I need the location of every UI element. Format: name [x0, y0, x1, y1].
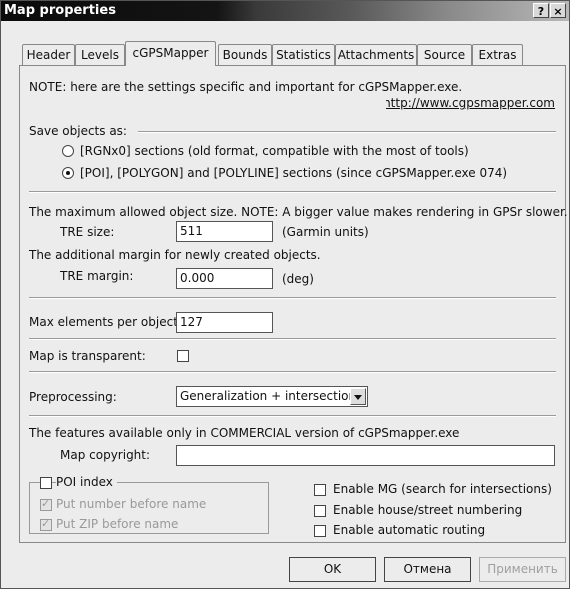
poi-index-checkbox[interactable]	[40, 477, 52, 489]
preprocessing-value: Generalization + intersection	[180, 389, 357, 403]
cgpsmapper-link[interactable]: http://www.cgpsmapper.com	[386, 96, 555, 111]
divider	[29, 191, 556, 193]
preprocessing-select[interactable]: Generalization + intersection	[176, 386, 368, 407]
preprocessing-label: Preprocessing:	[29, 390, 117, 404]
enable-mg-checkbox[interactable]	[314, 484, 326, 496]
tab-bounds[interactable]: Bounds	[218, 44, 272, 65]
tre-margin-input[interactable]: 0.000	[176, 268, 273, 289]
title-bar: Map properties ? ×	[1, 1, 569, 21]
save-objects-label: Save objects as:	[29, 124, 127, 138]
tre-margin-unit: (deg)	[282, 272, 314, 286]
divider	[138, 131, 556, 133]
close-button[interactable]: ×	[550, 3, 566, 18]
chevron-down-icon[interactable]	[350, 388, 366, 405]
tab-extras[interactable]: Extras	[472, 44, 523, 65]
max-elements-label: Max elements per object:	[29, 315, 182, 329]
tre-margin-note: The additional margin for newly created …	[29, 248, 321, 262]
put-zip-label: Put ZIP before name	[56, 517, 179, 531]
enable-mg-label: Enable MG (search for intersections)	[333, 482, 552, 496]
tab-cgpsmapper[interactable]: cGPSMapper	[125, 41, 216, 66]
tab-header[interactable]: Header	[22, 44, 75, 65]
put-zip-checkbox[interactable]	[40, 517, 52, 531]
put-number-label: Put number before name	[56, 497, 207, 511]
rgnx0-label: [RGNx0] sections (old format, compatible…	[80, 144, 469, 158]
enable-routing-label: Enable automatic routing	[333, 523, 486, 537]
divider	[29, 338, 556, 340]
divider	[29, 371, 556, 373]
tab-source[interactable]: Source	[417, 44, 472, 65]
cancel-button[interactable]: Отмена	[384, 557, 471, 582]
dialog-title: Map properties	[4, 3, 116, 18]
note-text: NOTE: here are the settings specific and…	[29, 80, 463, 94]
tre-size-label: TRE size:	[60, 225, 115, 239]
poi-sections-label: [POI], [POLYGON] and [POLYLINE] sections…	[80, 166, 508, 180]
copyright-label: Map copyright:	[60, 448, 151, 462]
ok-button[interactable]: OK	[289, 557, 376, 582]
enable-routing-checkbox[interactable]	[314, 525, 326, 537]
poi-sections-radio[interactable]	[62, 167, 74, 179]
transparent-label: Map is transparent:	[29, 349, 146, 363]
divider	[29, 297, 556, 299]
apply-button[interactable]: Применить	[479, 557, 566, 582]
tre-size-input[interactable]: 511	[176, 221, 273, 242]
tre-size-unit: (Garmin units)	[282, 225, 369, 239]
transparent-checkbox[interactable]	[177, 350, 189, 362]
enable-house-checkbox[interactable]	[314, 505, 326, 517]
help-button[interactable]: ?	[533, 3, 549, 18]
rgnx0-radio[interactable]	[62, 145, 74, 157]
tre-margin-label: TRE margin:	[60, 269, 134, 283]
tab-statistics[interactable]: Statistics	[272, 44, 335, 65]
poi-index-label: POI index	[56, 475, 117, 490]
map-properties-dialog: Map properties ? × Header Levels cGPSMap…	[0, 0, 570, 589]
divider	[29, 415, 556, 417]
cgpsmapper-panel: NOTE: here are the settings specific and…	[19, 65, 568, 543]
tab-levels[interactable]: Levels	[75, 44, 125, 65]
tab-attachments[interactable]: Attachments	[335, 44, 417, 65]
put-number-checkbox[interactable]	[40, 497, 52, 511]
commercial-note: The features available only in COMMERCIA…	[29, 426, 460, 440]
copyright-input[interactable]	[176, 445, 555, 466]
tre-note: The maximum allowed object size. NOTE: A…	[29, 205, 568, 219]
enable-house-label: Enable house/street numbering	[333, 503, 523, 517]
max-elements-input[interactable]: 127	[176, 312, 273, 333]
